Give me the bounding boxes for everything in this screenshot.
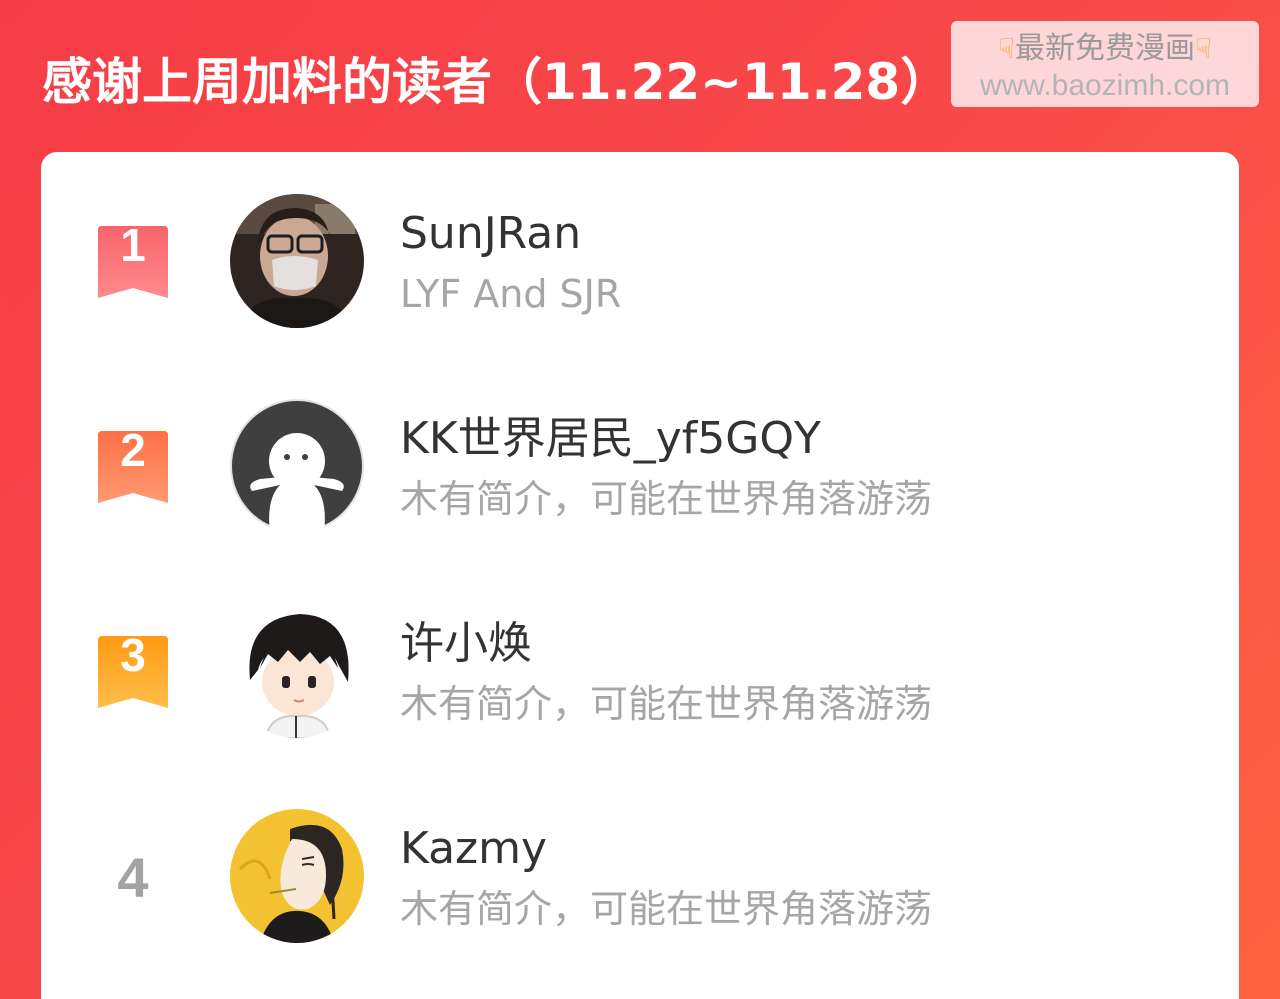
rank-number: 1 xyxy=(120,219,146,271)
reader-list-card: 1 SunJRan LYF And SJR 2 KK世界居民_yf5GQY 木有… xyxy=(41,152,1239,999)
reader-row[interactable]: 3 许小焕 木有简介，可能在世界角落游荡 xyxy=(41,602,1239,742)
rank-badge: 1 xyxy=(98,219,168,298)
watermark: ☟最新免费漫画☟ www.baozimh.com xyxy=(951,21,1259,107)
avatar[interactable] xyxy=(230,194,364,328)
pointing-down-hand-icon: ☟ xyxy=(1195,32,1213,65)
rank-number: 3 xyxy=(120,629,146,681)
reader-bio: 木有简介，可能在世界角落游荡 xyxy=(400,887,933,931)
reader-name[interactable]: 许小焕 xyxy=(400,614,532,674)
reader-row[interactable]: 1 SunJRan LYF And SJR xyxy=(41,192,1239,332)
rank-badge: 2 xyxy=(98,424,168,503)
reader-row[interactable]: 4 Kazmy 木有简介，可能在世界角落游荡 xyxy=(41,807,1239,947)
rank-number: 4 xyxy=(117,846,149,909)
watermark-title: ☟最新免费漫画☟ xyxy=(951,30,1259,68)
avatar[interactable] xyxy=(230,604,364,738)
pointing-down-hand-icon: ☟ xyxy=(997,32,1015,65)
reader-name[interactable]: SunJRan xyxy=(400,204,581,264)
avatar[interactable] xyxy=(230,809,364,943)
avatar[interactable] xyxy=(230,399,364,533)
reader-name[interactable]: Kazmy xyxy=(400,819,547,879)
reader-name[interactable]: KK世界居民_yf5GQY xyxy=(400,409,821,469)
rank-number: 2 xyxy=(120,424,146,476)
reader-bio: 木有简介，可能在世界角落游荡 xyxy=(400,477,933,521)
watermark-url: www.baozimh.com xyxy=(979,69,1231,102)
reader-bio: LYF And SJR xyxy=(400,272,622,316)
reader-row[interactable]: 2 KK世界居民_yf5GQY 木有简介，可能在世界角落游荡 xyxy=(41,397,1239,537)
rank-badge: 3 xyxy=(98,629,168,708)
reader-bio: 木有简介，可能在世界角落游荡 xyxy=(400,682,933,726)
watermark-text: 最新免费漫画 xyxy=(1015,31,1195,66)
page-title: 感谢上周加料的读者（11.22~11.28） xyxy=(42,53,951,111)
